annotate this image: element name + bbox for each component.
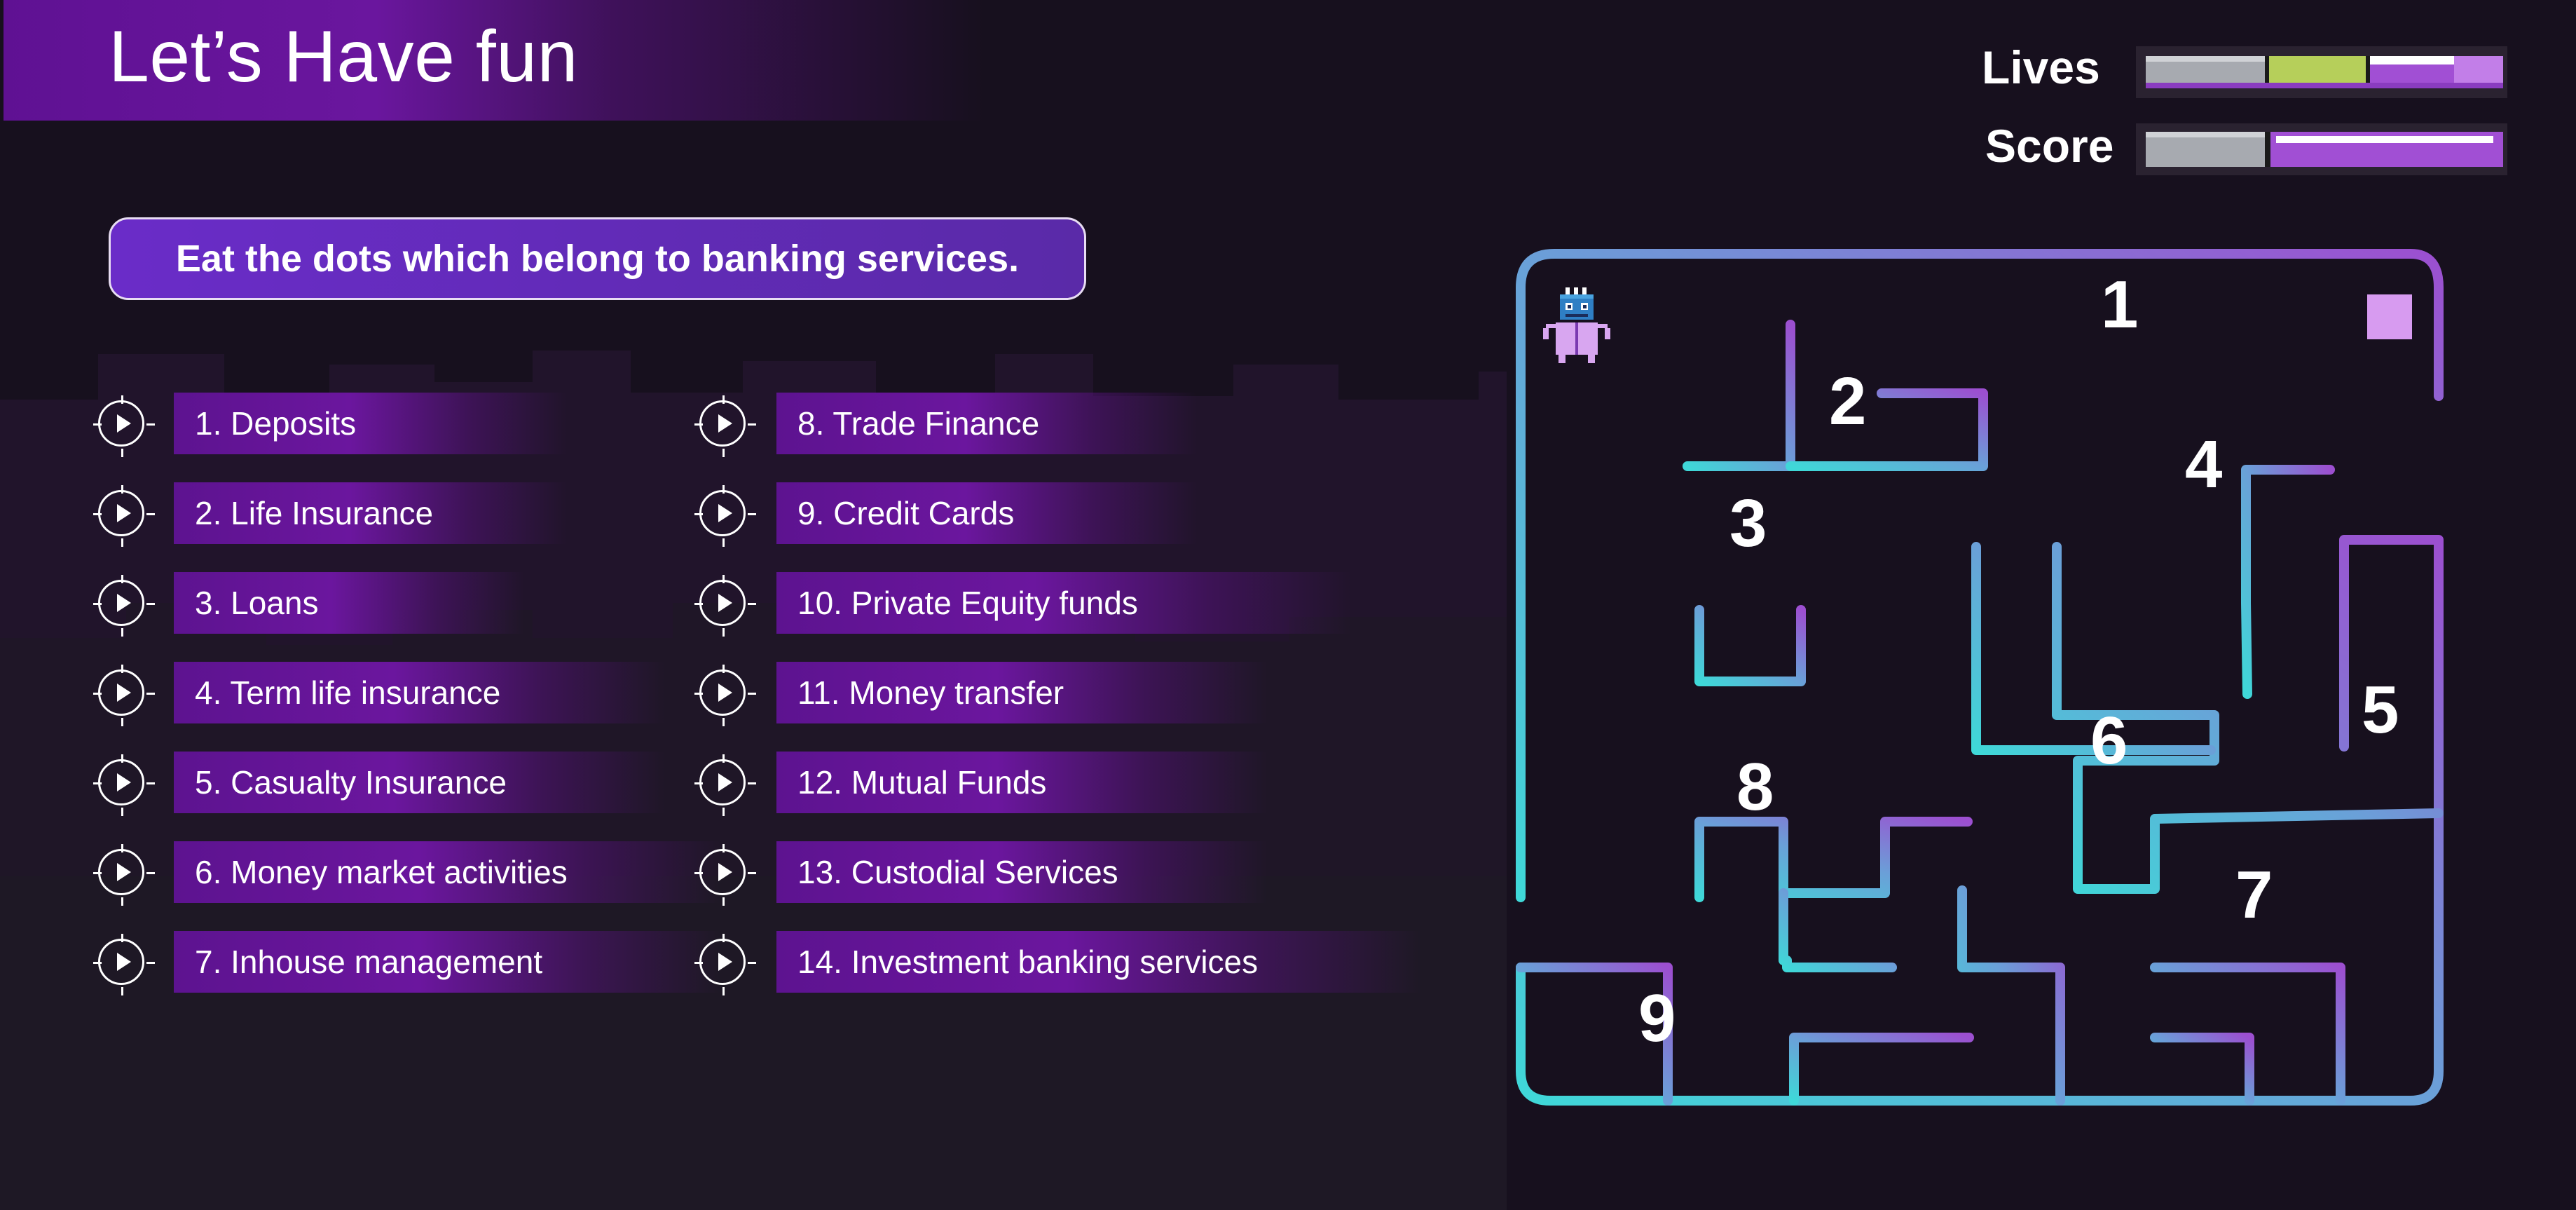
maze-number-9: 9: [1638, 981, 1676, 1056]
maze-number-2: 2: [1829, 364, 1867, 439]
play-target-icon[interactable]: [694, 485, 756, 547]
maze-number-4: 4: [2185, 427, 2223, 502]
option-label[interactable]: 9. Credit Cards: [776, 482, 1197, 544]
option-8[interactable]: 8. Trade Finance: [0, 393, 1402, 457]
option-14[interactable]: 14. Investment banking services: [0, 931, 1421, 995]
option-10[interactable]: 10. Private Equity funds: [0, 572, 1402, 637]
play-target-icon[interactable]: [694, 395, 756, 457]
score-label: Score: [1985, 120, 2114, 172]
instruction-banner: Eat the dots which belong to banking ser…: [109, 217, 1086, 300]
play-target-icon[interactable]: [694, 844, 756, 906]
play-target-icon[interactable]: [694, 754, 756, 816]
option-label[interactable]: 8. Trade Finance: [776, 393, 1197, 454]
option-12[interactable]: 12. Mutual Funds: [0, 752, 1402, 816]
option-9[interactable]: 9. Credit Cards: [0, 482, 1402, 547]
option-13[interactable]: 13. Custodial Services: [0, 841, 1402, 906]
option-label[interactable]: 10. Private Equity funds: [776, 572, 1351, 634]
lives-bar: [2136, 46, 2507, 98]
maze-number-7: 7: [2235, 857, 2273, 932]
play-target-icon[interactable]: [694, 575, 756, 637]
page-title: Let’s Have fun: [109, 16, 578, 97]
robot-icon[interactable]: [1542, 287, 1612, 365]
option-11[interactable]: 11. Money transfer: [0, 662, 1402, 726]
maze-number-3: 3: [1729, 486, 1767, 561]
maze-number-5: 5: [2362, 672, 2399, 747]
maze-number-1: 1: [2101, 267, 2139, 342]
option-label[interactable]: 11. Money transfer: [776, 662, 1267, 723]
play-target-icon[interactable]: [694, 665, 756, 726]
option-label[interactable]: 12. Mutual Funds: [776, 752, 1267, 813]
option-label[interactable]: 13. Custodial Services: [776, 841, 1267, 903]
maze-number-8: 8: [1736, 749, 1774, 824]
play-target-icon[interactable]: [694, 934, 756, 995]
lives-label: Lives: [1982, 41, 2100, 93]
option-label[interactable]: 14. Investment banking services: [776, 931, 1421, 993]
goal-square-icon: [2367, 294, 2412, 339]
score-bar: [2136, 123, 2507, 175]
maze-number-6: 6: [2090, 703, 2128, 778]
